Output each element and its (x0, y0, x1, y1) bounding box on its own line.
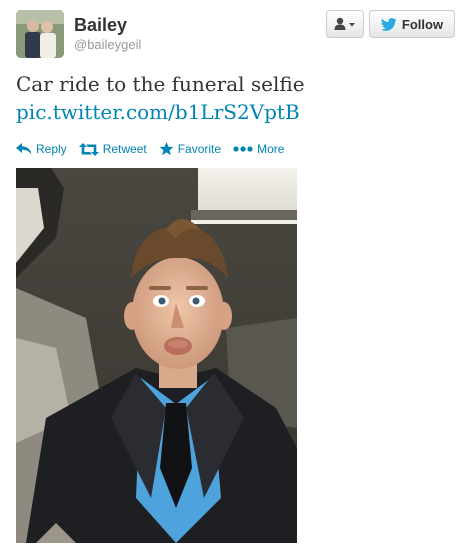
tweet-header: Bailey @baileygeil Follow (16, 10, 456, 60)
follow-button-label: Follow (401, 16, 444, 32)
more-action[interactable]: More (233, 142, 284, 156)
user-actions-dropdown-button[interactable] (326, 10, 364, 38)
selfie-photo (16, 168, 297, 543)
display-name[interactable]: Bailey (74, 14, 141, 36)
avatar[interactable] (16, 10, 64, 58)
tweet-text: Car ride to the funeral selfie (16, 72, 305, 96)
user-handle[interactable]: @baileygeil (74, 36, 141, 54)
star-icon (159, 142, 174, 156)
caret-down-icon (349, 23, 355, 27)
user-icon (334, 17, 355, 30)
tweet-body: Car ride to the funeral selfie pic.twitt… (16, 70, 456, 126)
tweet-photo[interactable] (16, 168, 297, 543)
favorite-action[interactable]: Favorite (159, 142, 221, 156)
favorite-label: Favorite (177, 142, 222, 156)
follow-button[interactable]: Follow (369, 10, 455, 38)
reply-label: Reply (36, 142, 67, 156)
reply-icon (16, 143, 32, 155)
more-dots-icon (233, 146, 253, 152)
twitter-bird-icon (380, 17, 397, 31)
retweet-icon (78, 142, 99, 156)
more-label: More (257, 142, 285, 156)
retweet-action[interactable]: Retweet (78, 142, 147, 156)
tweet-actions: Reply Retweet Favorite More (16, 140, 456, 158)
retweet-label: Retweet (102, 142, 147, 156)
avatar-image (16, 10, 64, 58)
tweet-media-link[interactable]: pic.twitter.com/b1LrS2VptB (16, 98, 456, 126)
user-names: Bailey @baileygeil (74, 14, 141, 54)
reply-action[interactable]: Reply (16, 142, 67, 156)
